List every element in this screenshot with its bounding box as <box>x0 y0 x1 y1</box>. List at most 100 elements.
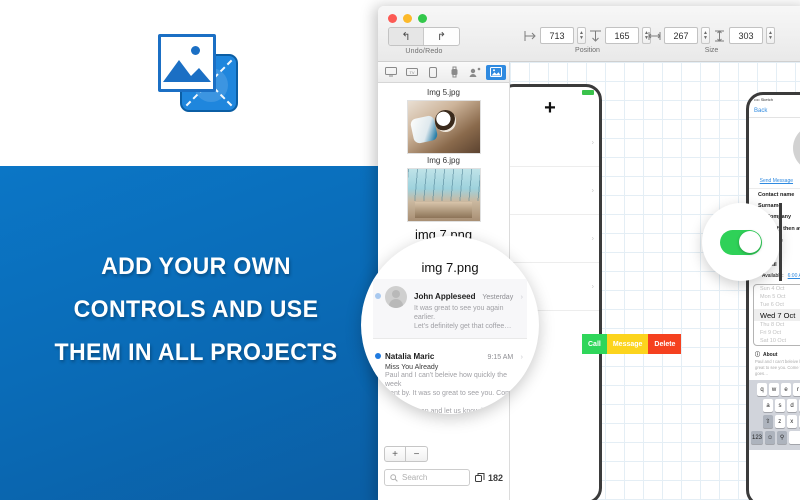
phone-icon[interactable] <box>423 65 443 80</box>
image-icon[interactable] <box>486 64 506 80</box>
numbers-key[interactable]: 123 <box>751 431 764 444</box>
space-key[interactable]: space <box>789 431 800 444</box>
back-button[interactable]: Back <box>754 108 767 114</box>
picker-day: Sun 4 Oct <box>760 286 785 292</box>
add-asset-button[interactable]: + <box>384 446 406 462</box>
unread-dot-icon <box>375 353 381 359</box>
size-fields: 267 ▲ ▼ 303 ▲ ▼ Size <box>648 27 775 54</box>
picker-row-selected[interactable]: Wed 7 Oct 17 00 <box>754 309 800 321</box>
picker-row[interactable]: Sat 10 Oct 20 03 <box>754 337 800 345</box>
emoji-key[interactable]: ☺ <box>765 431 776 444</box>
message-button[interactable]: Message <box>606 334 649 354</box>
table-row[interactable]: › <box>510 215 599 263</box>
picker-day: Thu 8 Oct <box>760 322 785 328</box>
keyboard-row-2: a s d f g h j k l <box>751 399 800 412</box>
thumbnail-label: Img 6.jpg <box>427 156 460 165</box>
close-button[interactable] <box>388 14 397 23</box>
tagline-line-3: THEM IN ALL PROJECTS <box>54 339 338 366</box>
layer-count: 182 <box>474 472 503 483</box>
zoom-button[interactable] <box>418 14 427 23</box>
avatar[interactable] <box>793 125 800 171</box>
keyboard-row-3: ⇧ z x c v b n m ⌫ <box>751 415 800 428</box>
controls-icon[interactable] <box>465 65 485 80</box>
window-controls[interactable] <box>388 14 427 23</box>
key[interactable]: a <box>763 399 773 412</box>
message-time: Yesterday <box>482 294 514 301</box>
add-contact-button[interactable]: + <box>510 97 599 119</box>
swipe-action-buttons: Call Message Delete <box>582 334 682 354</box>
toggle-switch[interactable] <box>720 229 762 255</box>
tv-icon[interactable]: TV <box>402 65 422 80</box>
window-titlebar: ↰ ↱ Undo/Redo 713 ▲ ▼ 165 ▲ ▼ Position 2… <box>378 6 800 62</box>
thumbnail-label: Img 5.jpg <box>427 88 460 97</box>
size-width-input[interactable]: 267 <box>664 27 698 44</box>
tagline-line-1: ADD YOUR OWN <box>101 253 291 280</box>
search-input[interactable]: Search <box>384 469 470 486</box>
photo-layers-app-icon <box>152 28 244 120</box>
artboard-phone-right[interactable]: •••• Sketch 9:41 AM 100% Back Title Save… <box>746 92 800 500</box>
size-height-stepper[interactable]: ▲ ▼ <box>766 27 775 44</box>
mail-cell[interactable]: John Appleseed Yesterday › It was great … <box>373 279 527 338</box>
magnifier-cell-preview: img 7.png John Appleseed Yesterday › It … <box>361 236 539 414</box>
table-row[interactable]: › <box>510 119 599 167</box>
remove-asset-button[interactable]: − <box>406 446 428 462</box>
key[interactable]: d <box>787 399 797 412</box>
size-width-stepper[interactable]: ▲ ▼ <box>701 27 710 44</box>
key[interactable]: z <box>774 415 785 428</box>
size-height-input[interactable]: 303 <box>729 27 763 44</box>
key[interactable]: s <box>775 399 785 412</box>
shift-key[interactable]: ⇧ <box>762 415 773 428</box>
picker-row[interactable]: Fri 9 Oct 19 02 <box>754 329 800 337</box>
picker-row[interactable]: Tue 6 Oct 16 59 <box>754 301 800 309</box>
mail-cell[interactable]: Natalia Maric 9:15 AM › Miss You Already… <box>373 338 527 414</box>
magnified-thumbnail-label: img 7.png <box>421 260 479 275</box>
picker-row[interactable]: Mon 5 Oct 15 58 <box>754 293 800 301</box>
message-time: 9:15 AM <box>487 354 514 361</box>
thumbnail-image[interactable] <box>406 168 481 222</box>
key[interactable]: r <box>793 383 800 396</box>
size-width-icon <box>648 29 661 43</box>
chevron-right-icon: › <box>520 354 523 361</box>
desktop-icon[interactable] <box>381 65 401 80</box>
mic-key[interactable]: ⚲ <box>777 431 788 444</box>
delete-button[interactable]: Delete <box>648 334 682 354</box>
magnifier-switch-preview <box>702 203 782 281</box>
design-canvas[interactable]: + › › › › Call Message Delete •••• Sketc… <box>510 62 800 500</box>
send-message-link[interactable]: Send Message <box>760 178 793 184</box>
minimize-button[interactable] <box>403 14 412 23</box>
ios-keyboard[interactable]: q w e r t y u i o p a s d f g h <box>749 380 800 450</box>
key[interactable]: x <box>786 415 797 428</box>
watch-icon[interactable] <box>444 65 464 80</box>
svg-text:TV: TV <box>409 70 414 75</box>
thumbnail-image[interactable] <box>406 100 481 154</box>
key[interactable]: e <box>781 383 791 396</box>
unread-dot-icon <box>375 293 381 299</box>
redo-button[interactable]: ↱ <box>424 28 459 45</box>
status-bar: •••• Sketch 9:41 AM 100% <box>749 95 800 104</box>
layer-count-value: 182 <box>487 472 503 483</box>
contact-name-field[interactable]: Contact name <box>749 189 800 200</box>
available-from[interactable]: 6:00 AM <box>788 273 800 279</box>
undo-redo-caption: Undo/Redo <box>405 48 443 55</box>
undo-button[interactable]: ↰ <box>389 28 425 45</box>
position-x-stepper[interactable]: ▲ ▼ <box>577 27 586 44</box>
key[interactable]: q <box>757 383 767 396</box>
call-button[interactable]: Call <box>582 334 607 354</box>
status-bar <box>510 87 599 97</box>
sidebar-footer: + − Search 182 <box>378 438 509 500</box>
navigation-bar: Back Title Save <box>749 104 800 118</box>
position-caption: Position <box>575 47 600 54</box>
phone-bezel-edge <box>779 203 782 281</box>
size-height-icon <box>713 29 726 43</box>
table-row[interactable]: › <box>510 167 599 215</box>
promo-tagline: ADD YOUR OWN CONTROLS AND USE THEM IN AL… <box>0 245 392 374</box>
picker-row[interactable]: Sun 4 Oct 14 57 <box>754 285 800 293</box>
date-time-picker[interactable]: Sun 4 Oct 14 57 Mon 5 Oct 15 58 Tue 6 Oc… <box>753 284 800 346</box>
picker-row[interactable]: Thu 8 Oct 18 01 <box>754 321 800 329</box>
position-y-input[interactable]: 165 <box>605 27 639 44</box>
search-placeholder: Search <box>402 473 428 482</box>
key[interactable]: w <box>769 383 779 396</box>
position-x-input[interactable]: 713 <box>540 27 574 44</box>
message-preview-line: It was great to see you again earlier. <box>414 305 504 321</box>
sender-name: John Appleseed <box>414 292 476 301</box>
